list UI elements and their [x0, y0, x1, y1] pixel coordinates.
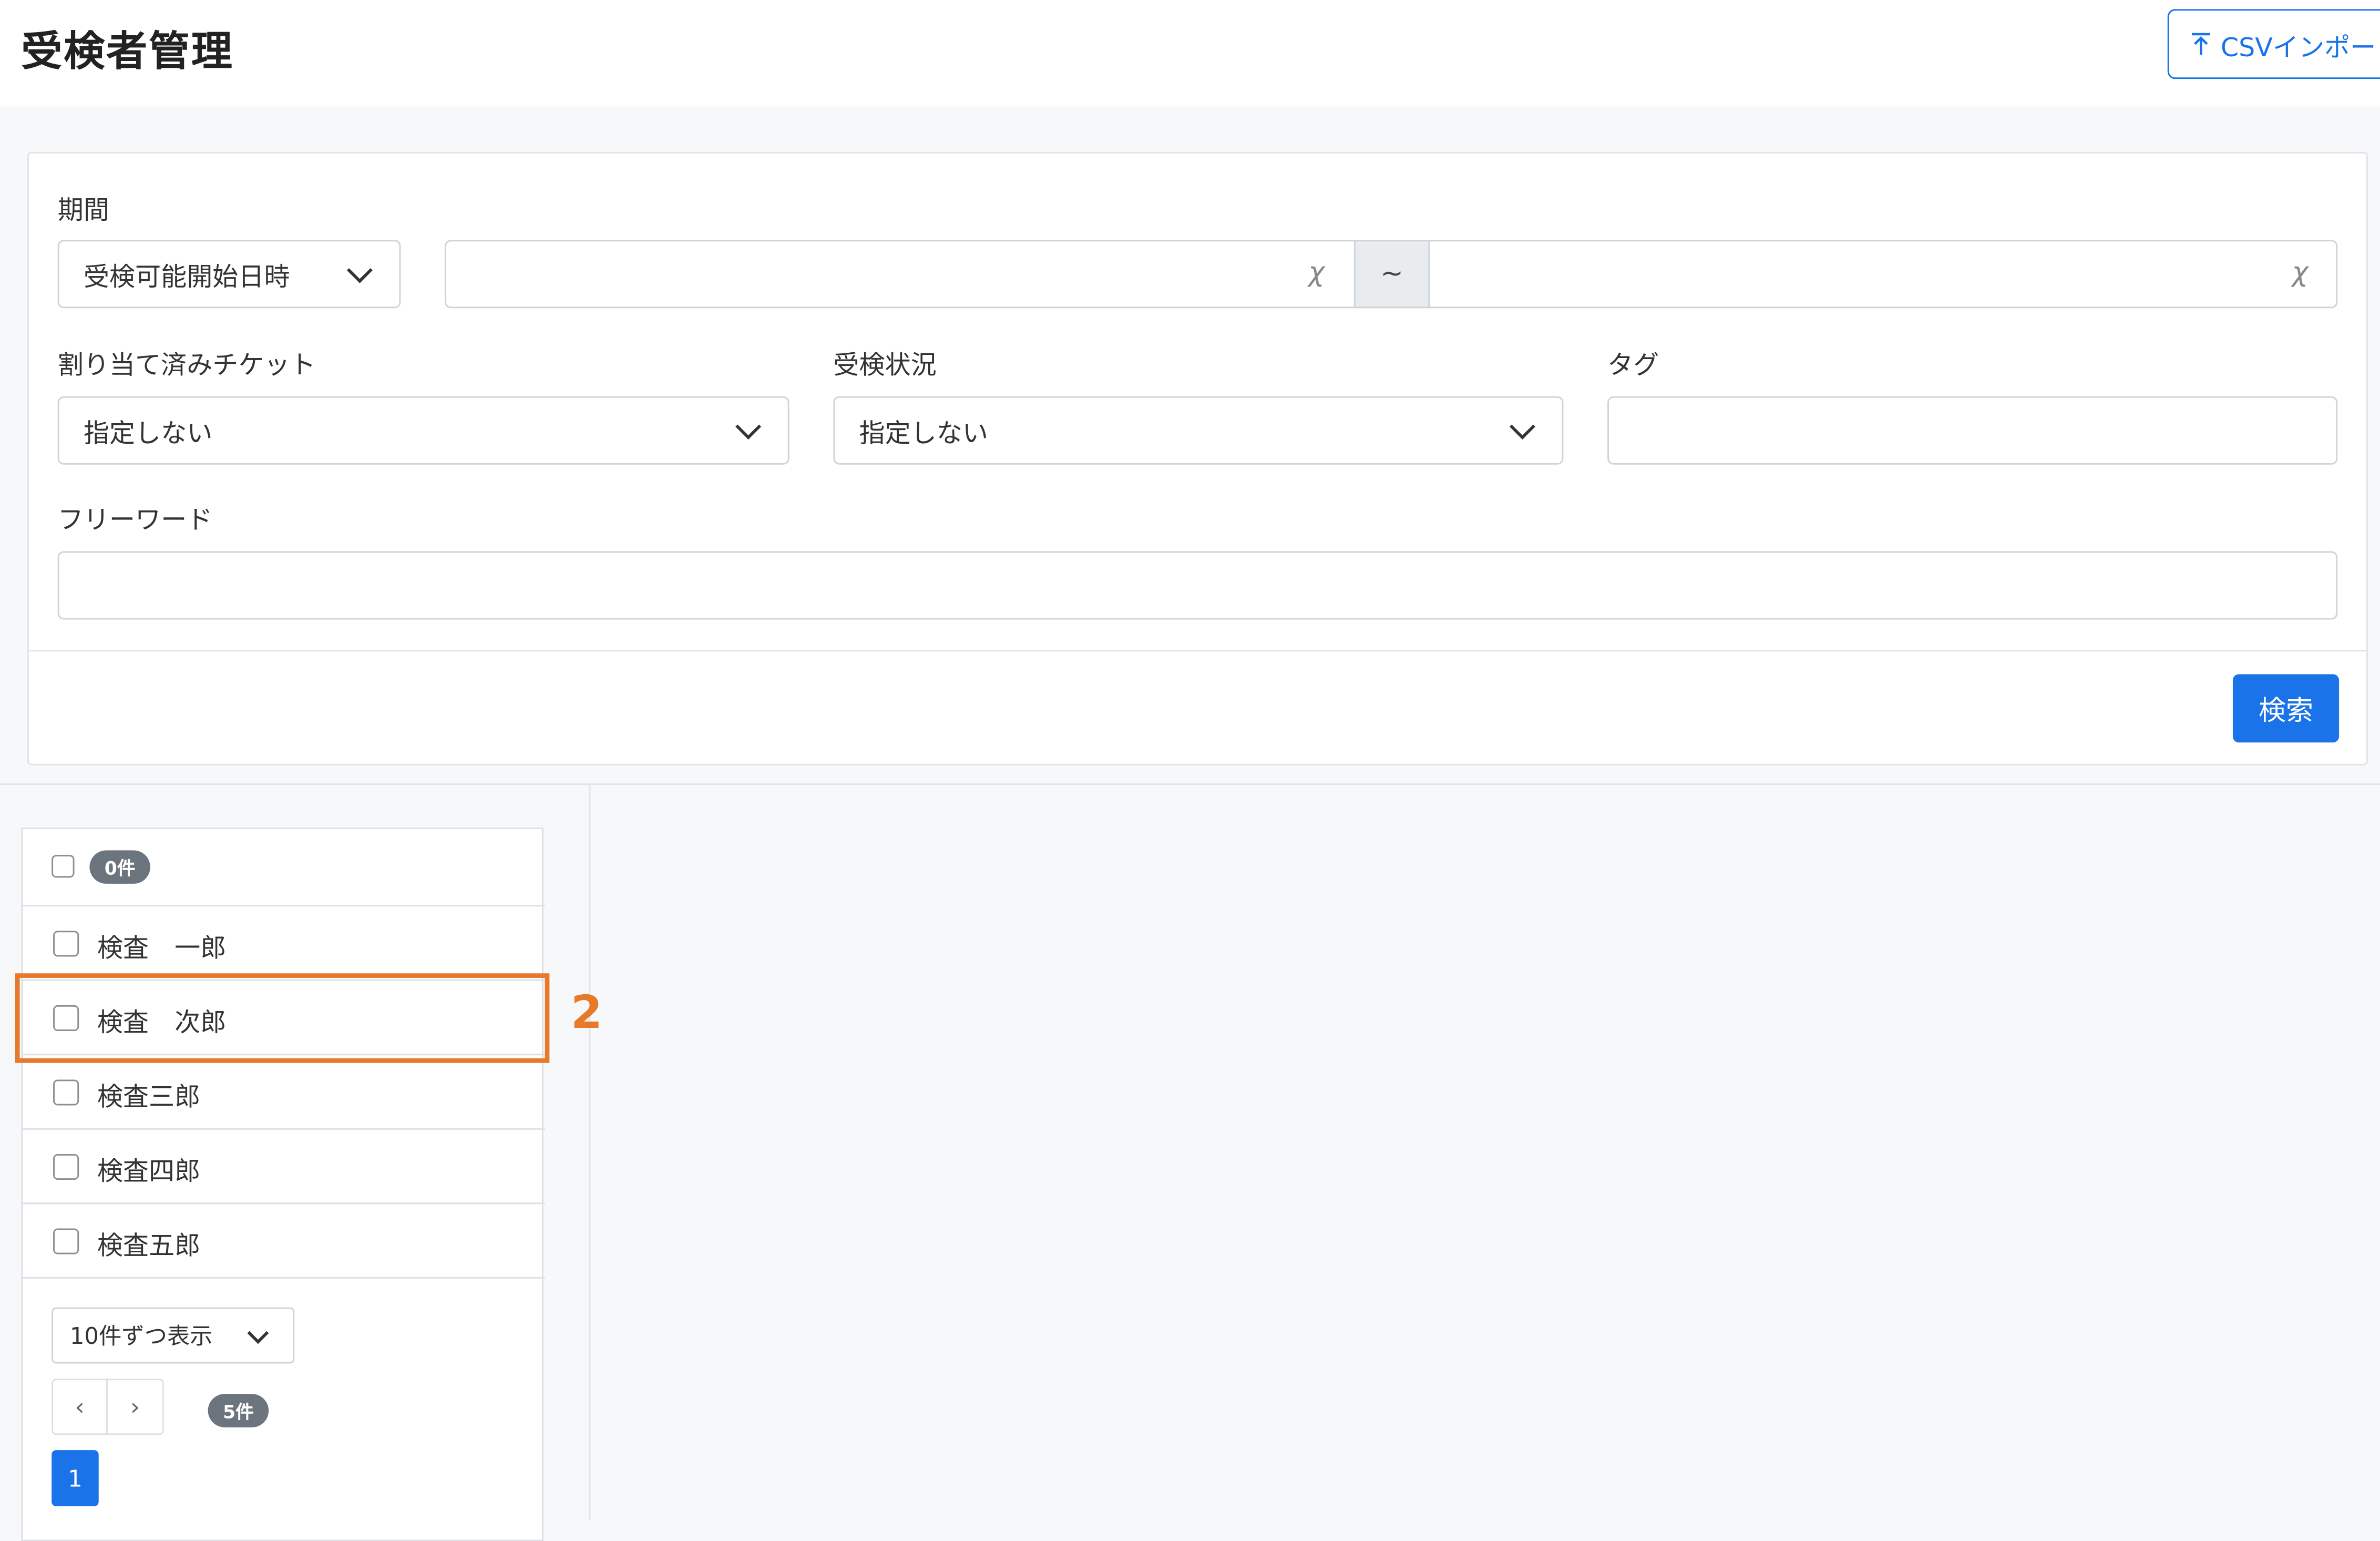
select-all-checkbox[interactable] [52, 855, 75, 878]
freeword-label: フリーワード [57, 505, 213, 536]
row-checkbox[interactable] [53, 1079, 79, 1106]
examinee-name: 検査五郎 [97, 1231, 201, 1262]
search-button[interactable]: 検索 [2232, 674, 2340, 743]
chevron-down-icon [735, 414, 762, 440]
freeword-input[interactable] [57, 551, 2338, 620]
csv-import-button[interactable]: CSVインポート [2167, 9, 2380, 79]
examinee-name: 検査三郎 [97, 1083, 201, 1113]
next-page-button[interactable]: › [108, 1379, 164, 1435]
list-item[interactable]: 検査五郎 [23, 1204, 545, 1279]
examinee-name: 検査 一郎 [97, 934, 227, 964]
list-item[interactable]: 検査 一郎 [23, 906, 545, 981]
page-title: 受検者管理 [21, 28, 234, 76]
row-checkbox[interactable] [53, 1154, 79, 1180]
status-select-value: 指定しない [859, 419, 988, 450]
row-checkbox[interactable] [53, 931, 79, 957]
chevron-down-icon [346, 257, 373, 283]
page-header [0, 0, 2380, 107]
csv-import-label: CSVインポート [2220, 33, 2380, 63]
period-type-select[interactable]: 受検可能開始日時 [57, 240, 401, 309]
selected-count-badge: 0件 [89, 850, 150, 884]
total-count-badge: 5件 [208, 1394, 269, 1427]
examinee-list-panel: 0件 検査 一郎 検査 次郎 検査三郎 検査四郎 検査五郎 10件ずつ表示 ‹ … [21, 828, 545, 1541]
chevron-down-icon [247, 1321, 269, 1343]
range-separator: ~ [1353, 240, 1430, 309]
per-page-value: 10件ずつ表示 [69, 1322, 213, 1350]
upload-arrow-icon [2191, 33, 2210, 55]
section-divider [0, 783, 2380, 785]
select-all-row: 0件 [23, 829, 545, 907]
panel-divider [28, 650, 2367, 651]
ticket-select[interactable]: 指定しない [57, 396, 789, 465]
step-highlight-box [15, 973, 550, 1063]
chevron-down-icon [1509, 414, 1535, 440]
clear-date-from-icon[interactable]: χ [1308, 257, 1325, 289]
tag-input[interactable] [1607, 396, 2338, 465]
list-item[interactable]: 検査三郎 [23, 1055, 545, 1130]
per-page-select[interactable]: 10件ずつ表示 [52, 1307, 295, 1364]
status-select[interactable]: 指定しない [833, 396, 1564, 465]
date-from-input[interactable]: χ [445, 240, 1356, 309]
examinee-name: 検査四郎 [97, 1157, 201, 1188]
ticket-select-value: 指定しない [83, 419, 213, 450]
pane-divider [589, 785, 591, 1520]
clear-date-to-icon[interactable]: χ [2292, 257, 2309, 289]
list-item[interactable]: 検査四郎 [23, 1130, 545, 1205]
page-1-button[interactable]: 1 [52, 1450, 99, 1506]
step-number-label: 2 [570, 987, 603, 1040]
date-to-input[interactable]: χ [1428, 240, 2338, 309]
prev-page-button[interactable]: ‹ [52, 1379, 108, 1435]
period-type-value: 受検可能開始日時 [83, 262, 290, 293]
period-label: 期間 [57, 196, 109, 227]
ticket-label: 割り当て済みチケット [57, 351, 316, 381]
tag-label: タグ [1607, 351, 1659, 381]
row-checkbox[interactable] [53, 1228, 79, 1254]
status-label: 受検状況 [833, 351, 937, 381]
